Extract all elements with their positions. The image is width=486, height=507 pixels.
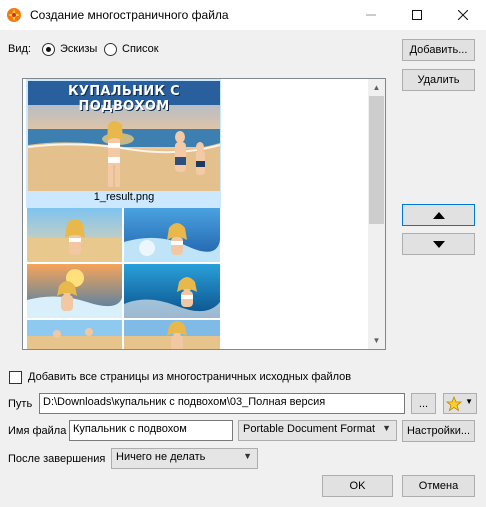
scroll-down-icon[interactable]: ▼ — [368, 332, 385, 349]
star-icon — [446, 395, 462, 411]
maximize-icon[interactable] — [394, 0, 440, 30]
view-label: Вид: — [8, 43, 31, 55]
ok-button[interactable]: OK — [322, 475, 393, 497]
triangle-down-icon — [432, 240, 445, 248]
file-thumbnails-list[interactable]: КУПАЛЬНИК С ПОДВОХОМ 1_result.png ▲ ▼ — [22, 78, 386, 350]
cancel-button[interactable]: Отмена — [402, 475, 475, 497]
close-icon[interactable] — [440, 0, 486, 30]
format-select[interactable]: Portable Document Format ▼ — [238, 420, 397, 441]
filename-input[interactable]: Купальник с подвохом — [69, 420, 233, 441]
view-list-radio[interactable] — [104, 43, 117, 56]
title-bar: Создание многостраничного файла — [0, 0, 486, 30]
thumbnail-image-2[interactable] — [27, 208, 220, 349]
thumbnail-caption-1: 1_result.png — [93, 191, 155, 203]
view-thumbnails-label[interactable]: Эскизы — [60, 43, 97, 55]
add-all-pages-label[interactable]: Добавить все страницы из многостраничных… — [28, 371, 351, 383]
triangle-up-icon — [432, 211, 445, 219]
app-logo-icon — [7, 8, 21, 22]
move-down-button[interactable] — [402, 233, 475, 255]
format-select-value: Portable Document Format — [243, 423, 376, 435]
beach-collage-image — [27, 208, 220, 349]
minimize-icon[interactable] — [348, 0, 394, 30]
scrollbar-thumb[interactable] — [369, 96, 384, 224]
add-button[interactable]: Добавить... — [402, 39, 475, 61]
window-title: Создание многостраничного файла — [30, 8, 229, 22]
view-list-label[interactable]: Список — [122, 43, 159, 55]
thumbnail-image-1[interactable]: КУПАЛЬНИК С ПОДВОХОМ — [28, 81, 220, 191]
settings-button[interactable]: Настройки... — [402, 420, 475, 442]
view-thumbnails-radio[interactable] — [42, 43, 55, 56]
delete-button[interactable]: Удалить — [402, 69, 475, 91]
after-completion-value: Ничего не делать — [116, 451, 206, 463]
after-completion-label: После завершения — [8, 453, 106, 465]
browse-button[interactable]: ... — [411, 393, 436, 414]
chevron-down-icon: ▼ — [382, 423, 391, 433]
filename-label: Имя файла — [8, 425, 67, 437]
after-completion-select[interactable]: Ничего не делать ▼ — [111, 448, 258, 469]
path-input[interactable]: D:\Downloads\купальник с подвохом\03_Пол… — [39, 393, 405, 414]
scroll-up-icon[interactable]: ▲ — [368, 79, 385, 96]
chevron-down-icon: ▼ — [243, 451, 252, 461]
thumbnail-banner-text: КУПАЛЬНИК С ПОДВОХОМ — [67, 84, 181, 114]
move-up-button[interactable] — [402, 204, 475, 226]
favorites-button[interactable]: ▼ — [443, 393, 477, 414]
path-label: Путь — [8, 398, 33, 410]
chevron-down-icon: ▼ — [465, 397, 473, 406]
list-scrollbar[interactable]: ▲ ▼ — [368, 79, 385, 349]
add-all-pages-checkbox[interactable] — [9, 371, 22, 384]
